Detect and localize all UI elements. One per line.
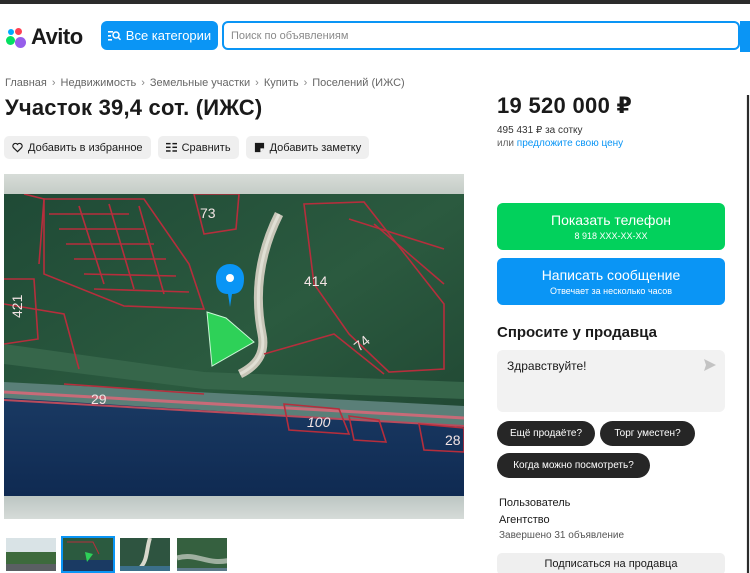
search-input[interactable] bbox=[222, 21, 740, 50]
all-categories-button[interactable]: Все категории bbox=[101, 21, 218, 50]
subscribe-seller-button[interactable]: Подписаться на продавца bbox=[497, 553, 725, 573]
add-to-favorites-label: Добавить в избранное bbox=[28, 141, 143, 154]
photo-blur-bottom bbox=[4, 496, 464, 519]
listing-actions: Добавить в избранное Сравнить Добавить з… bbox=[4, 136, 370, 159]
masked-phone: 8 918 XXX-XX-XX bbox=[574, 231, 648, 241]
avito-logo-icon bbox=[6, 27, 28, 48]
satellite-map-image: 73 414 421 74 29 100 28 bbox=[4, 194, 464, 496]
map-label-29: 29 bbox=[91, 391, 107, 407]
ask-seller-heading: Спросите у продавца bbox=[497, 324, 657, 341]
breadcrumb-item[interactable]: Недвижимость bbox=[61, 77, 137, 89]
photo-blur-top bbox=[4, 174, 464, 194]
map-label-414: 414 bbox=[304, 273, 328, 289]
breadcrumb-item[interactable]: Земельные участки bbox=[150, 77, 250, 89]
show-phone-label: Показать телефон bbox=[551, 212, 671, 228]
quick-question-chip[interactable]: Торг уместен? bbox=[600, 421, 695, 446]
quick-question-chip[interactable]: Когда можно посмотреть? bbox=[497, 453, 650, 478]
seller-message-input[interactable] bbox=[497, 350, 725, 412]
breadcrumb-item[interactable]: Поселений (ИЖС) bbox=[312, 77, 404, 89]
avito-logo[interactable]: Avito bbox=[6, 24, 83, 50]
seller-name[interactable]: Пользователь bbox=[499, 497, 570, 509]
logo-text: Avito bbox=[31, 24, 83, 49]
compare-icon bbox=[165, 142, 177, 152]
offer-price-link[interactable]: предложите свою цену bbox=[517, 138, 623, 149]
offer-prefix: или bbox=[497, 138, 517, 149]
note-icon bbox=[254, 142, 264, 153]
breadcrumb-item[interactable]: Главная bbox=[5, 77, 47, 89]
show-phone-button[interactable]: Показать телефон 8 918 XXX-XX-XX bbox=[497, 203, 725, 250]
scrollbar-thumb[interactable] bbox=[747, 95, 749, 573]
breadcrumb-separator: › bbox=[255, 77, 259, 89]
add-note-label: Добавить заметку bbox=[269, 141, 362, 154]
quick-question-chip[interactable]: Ещё продаёте? bbox=[497, 421, 595, 446]
offer-price-line: или предложите свою цену bbox=[497, 138, 623, 149]
send-icon[interactable] bbox=[703, 358, 717, 372]
seller-type: Агентство bbox=[499, 514, 550, 526]
breadcrumb-separator: › bbox=[141, 77, 145, 89]
search-button-edge[interactable] bbox=[740, 21, 750, 52]
all-categories-label: Все категории bbox=[125, 28, 212, 43]
breadcrumb-separator: › bbox=[51, 77, 56, 89]
thumbnail[interactable] bbox=[118, 536, 172, 573]
listing-title: Участок 39,4 сот. (ИЖС) bbox=[5, 95, 263, 120]
thumbnail[interactable] bbox=[175, 536, 229, 573]
add-to-favorites-button[interactable]: Добавить в избранное bbox=[4, 136, 151, 159]
map-label-28: 28 bbox=[445, 432, 461, 448]
heart-icon bbox=[12, 142, 23, 153]
add-note-button[interactable]: Добавить заметку bbox=[245, 136, 370, 159]
response-time: Отвечает за несколько часов bbox=[549, 286, 673, 296]
write-message-button[interactable]: Написать сообщение Отвечает за несколько… bbox=[497, 258, 725, 305]
compare-button[interactable]: Сравнить bbox=[157, 136, 239, 159]
photo-thumbnails bbox=[4, 536, 229, 573]
listing-price: 19 520 000 ₽ bbox=[497, 93, 633, 118]
breadcrumb: Главная › Недвижимость › Земельные участ… bbox=[5, 77, 405, 89]
breadcrumb-item[interactable]: Купить bbox=[264, 77, 299, 89]
thumbnail-selected[interactable] bbox=[61, 536, 115, 573]
thumbnail[interactable] bbox=[4, 536, 58, 573]
compare-label: Сравнить bbox=[181, 141, 231, 154]
map-label-100: 100 bbox=[307, 414, 331, 430]
breadcrumb-separator: › bbox=[303, 77, 308, 89]
map-label-73: 73 bbox=[200, 205, 216, 221]
categories-search-icon bbox=[107, 31, 121, 41]
seller-completed-count: Завершено 31 объявление bbox=[499, 530, 625, 541]
listing-photo[interactable]: 73 414 421 74 29 100 28 bbox=[4, 174, 464, 519]
write-message-label: Написать сообщение bbox=[541, 267, 681, 283]
map-label-421: 421 bbox=[9, 294, 25, 318]
price-per-sotka: 495 431 ₽ за сотку bbox=[497, 125, 583, 136]
site-header: Avito Все категории bbox=[0, 4, 750, 64]
